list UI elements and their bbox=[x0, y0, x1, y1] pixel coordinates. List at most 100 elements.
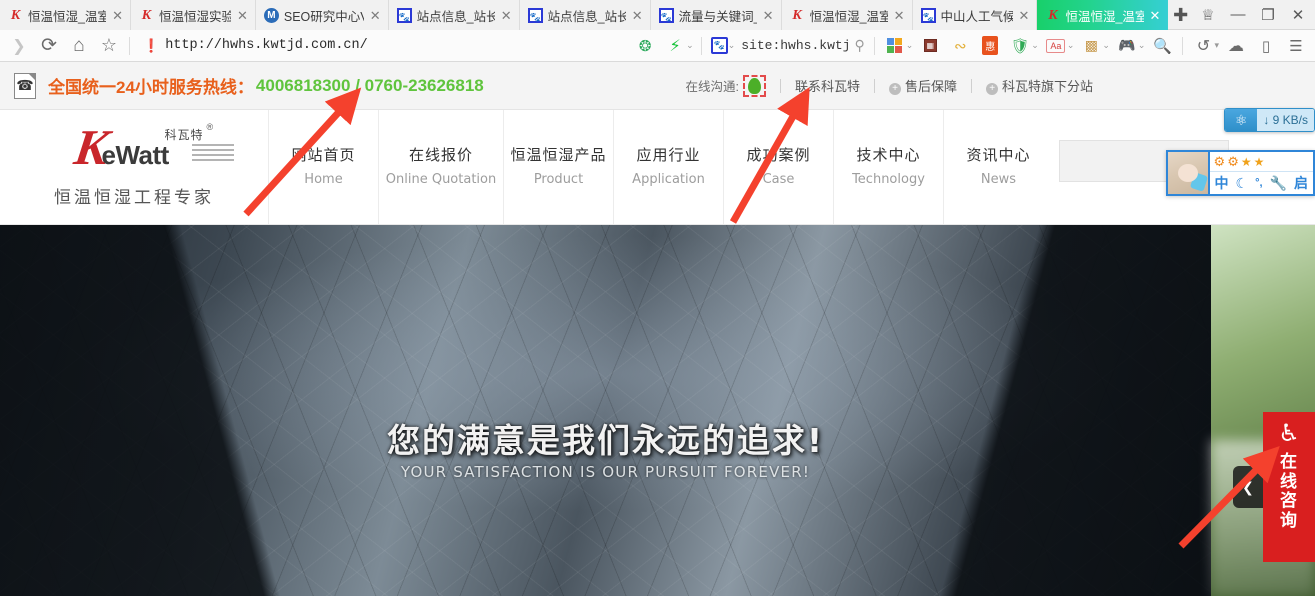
tab-title: 站点信息_站长工 bbox=[416, 9, 495, 24]
baidu-paw-icon bbox=[920, 7, 936, 23]
toolbar-divider bbox=[700, 36, 702, 55]
k-logo-icon bbox=[139, 8, 154, 23]
mobile-icon[interactable]: ▯ bbox=[1251, 31, 1281, 61]
chevron-down-icon[interactable]: ▾ bbox=[1214, 40, 1219, 51]
chevron-down-icon[interactable]: ⌄ bbox=[686, 40, 694, 51]
ime-launcher-icon[interactable]: 启 bbox=[1294, 173, 1308, 193]
nav-label-en: Application bbox=[632, 172, 705, 187]
minimize-button[interactable]: — bbox=[1223, 0, 1253, 30]
tab-title: 恒温恒湿_温室工 bbox=[809, 9, 888, 24]
topbar-link-aftersales[interactable]: + 售后保障 bbox=[888, 76, 957, 95]
browser-tab[interactable]: 流量与关键词_站 ✕ bbox=[650, 0, 782, 30]
browser-tab[interactable]: 恒温恒湿_温室工 ✕ bbox=[781, 0, 913, 30]
tab-close-icon[interactable]: ✕ bbox=[111, 9, 124, 22]
qq-chat-button[interactable] bbox=[742, 74, 766, 97]
punctuation-icon[interactable]: °, bbox=[1255, 177, 1262, 189]
moon-icon[interactable]: ☾ bbox=[1236, 175, 1249, 192]
nav-label-en: News bbox=[980, 172, 1017, 187]
toolbar-divider bbox=[873, 36, 875, 55]
star-icon[interactable]: ★ bbox=[1241, 155, 1252, 169]
browser-tab[interactable]: 恒温恒湿_温室工 ✕ bbox=[0, 0, 131, 30]
chevron-down-icon[interactable]: ⌄ bbox=[1102, 40, 1110, 51]
ime-rating-row: ⚙ ⚙ ★ ★ bbox=[1210, 152, 1313, 171]
screenshot-icon[interactable]: ❂ bbox=[630, 31, 660, 61]
browser-tab[interactable]: 恒温恒湿实验室 ✕ bbox=[130, 0, 256, 30]
gear-icon[interactable]: ⚙ bbox=[1214, 154, 1226, 170]
chevron-down-icon[interactable]: ⌄ bbox=[728, 40, 736, 51]
tab-close-icon[interactable]: ✕ bbox=[500, 9, 513, 22]
baidu-paw-icon[interactable] bbox=[710, 37, 728, 54]
close-button[interactable]: ✕ bbox=[1283, 0, 1313, 30]
nav-item-news[interactable]: 资讯中心 News bbox=[943, 110, 1053, 224]
ime-language-toggle[interactable]: 中 bbox=[1215, 173, 1229, 193]
baidu-paw-icon bbox=[396, 7, 412, 23]
hotline-label: 全国统一24小时服务热线： bbox=[48, 78, 254, 97]
phone-icon: ☎ bbox=[14, 72, 36, 99]
browser-tab[interactable]: SEO研究中心VIP ✕ bbox=[255, 0, 389, 30]
browser-tab[interactable]: 站点信息_站长工 ✕ bbox=[388, 0, 520, 30]
browser-tab-bar: 恒温恒湿_温室工 ✕ 恒温恒湿实验室 ✕ SEO研究中心VIP ✕ 站点信息_站… bbox=[0, 0, 1315, 30]
download-manager-icon: ⚛ bbox=[1225, 109, 1258, 131]
tab-close-icon[interactable]: ✕ bbox=[236, 9, 249, 22]
tab-close-icon[interactable]: ✕ bbox=[893, 9, 906, 22]
baidu-paw-icon bbox=[527, 7, 543, 23]
ime-controls: ⚙ ⚙ ★ ★ 中 ☾ °, 🔧 启 bbox=[1209, 152, 1313, 194]
main-navigation: 网站首页 Home 在线报价 Online Quotation 恒温恒湿产品 P… bbox=[268, 110, 1315, 224]
ime-floating-bar[interactable]: ⚙ ⚙ ★ ★ 中 ☾ °, 🔧 启 bbox=[1165, 150, 1315, 196]
nav-item-product[interactable]: 恒温恒湿产品 Product bbox=[503, 110, 613, 224]
reload-button[interactable]: ⟳ bbox=[34, 31, 64, 61]
maximize-button[interactable]: ❐ bbox=[1253, 0, 1283, 30]
tab-close-icon[interactable]: ✕ bbox=[631, 9, 644, 22]
nav-label-cn: 在线报价 bbox=[408, 147, 473, 164]
chevron-down-icon[interactable]: ⌄ bbox=[1031, 40, 1039, 51]
tab-close-icon[interactable]: ✕ bbox=[762, 9, 775, 22]
site-logo[interactable]: K eWatt 科瓦特 ® 恒温恒湿工程专家 bbox=[0, 110, 268, 224]
download-speed-badge[interactable]: ⚛ ↓ 9 KB/s bbox=[1224, 108, 1315, 132]
logo-speedlines-icon bbox=[191, 144, 234, 164]
search-icon[interactable]: ⚲ bbox=[854, 37, 864, 54]
browser-menu-icon[interactable]: ☰ bbox=[1281, 31, 1311, 61]
forward-button[interactable]: ❯ bbox=[4, 31, 34, 61]
bookmark-star-icon[interactable]: ☆ bbox=[94, 31, 124, 61]
k-logo-icon bbox=[790, 8, 805, 23]
topbar-link-subsites[interactable]: + 科瓦特旗下分站 bbox=[985, 76, 1093, 95]
k-logo-icon bbox=[1045, 8, 1060, 23]
chevron-down-icon[interactable]: ⌄ bbox=[1067, 40, 1075, 51]
chevron-down-icon[interactable]: ⌄ bbox=[1138, 40, 1146, 51]
nav-item-technology[interactable]: 技术中心 Technology bbox=[833, 110, 943, 224]
search-bar[interactable]: ⌄ site:hwhs.kwtj ⚲ bbox=[707, 34, 869, 58]
cloud-icon[interactable]: ☁ bbox=[1221, 31, 1251, 61]
home-button[interactable]: ⌂ bbox=[64, 31, 94, 61]
consult-collapse-button[interactable]: ❮ bbox=[1233, 466, 1263, 508]
star-icon[interactable]: ★ bbox=[1254, 155, 1265, 169]
magnifier-icon[interactable]: 🔍 bbox=[1147, 31, 1177, 61]
tab-close-icon[interactable]: ✕ bbox=[1018, 9, 1031, 22]
new-tab-button[interactable]: ✚ bbox=[1168, 0, 1193, 30]
duck-icon[interactable]: ∾ bbox=[945, 31, 975, 61]
browser-tab-active[interactable]: 恒温恒湿_温室工 ✕ bbox=[1037, 0, 1169, 30]
skin-button[interactable]: ♕ bbox=[1193, 0, 1223, 30]
nav-item-case[interactable]: 成功案例 Case bbox=[723, 110, 833, 224]
nav-label-cn: 技术中心 bbox=[856, 147, 921, 164]
wrench-icon[interactable]: 🔧 bbox=[1270, 175, 1287, 192]
nav-item-home[interactable]: 网站首页 Home bbox=[268, 110, 378, 224]
nav-item-application[interactable]: 应用行业 Application bbox=[613, 110, 723, 224]
coupon-icon[interactable]: 惠 bbox=[975, 31, 1005, 61]
gear-icon[interactable]: ⚙ bbox=[1227, 154, 1239, 170]
tab-close-icon[interactable]: ✕ bbox=[369, 9, 382, 22]
nav-label-cn: 成功案例 bbox=[746, 147, 811, 164]
security-warning-icon: ❗ bbox=[143, 37, 160, 53]
topbar-link-contact[interactable]: 联系科瓦特 bbox=[795, 76, 860, 95]
logo-wordmark: K eWatt 科瓦特 ® bbox=[47, 119, 234, 175]
chevron-down-icon[interactable]: ⌄ bbox=[906, 40, 914, 51]
tab-close-icon[interactable]: ✕ bbox=[1149, 9, 1162, 22]
online-consult-panel[interactable]: ♿ 在线咨询 bbox=[1263, 412, 1315, 562]
headset-operator-icon: ♿ bbox=[1278, 420, 1300, 447]
address-bar[interactable]: ❗ http://hwhs.kwtjd.com.cn/ bbox=[135, 33, 565, 59]
calendar-icon[interactable]: ▦ bbox=[915, 31, 945, 61]
search-input-value[interactable]: site:hwhs.kwtj bbox=[741, 38, 850, 53]
browser-tab[interactable]: 中山人工气候室 ✕ bbox=[912, 0, 1038, 30]
nav-item-quotation[interactable]: 在线报价 Online Quotation bbox=[378, 110, 503, 224]
browser-tab[interactable]: 站点信息_站长工 ✕ bbox=[519, 0, 651, 30]
ime-skin-thumbnail[interactable] bbox=[1167, 152, 1210, 194]
